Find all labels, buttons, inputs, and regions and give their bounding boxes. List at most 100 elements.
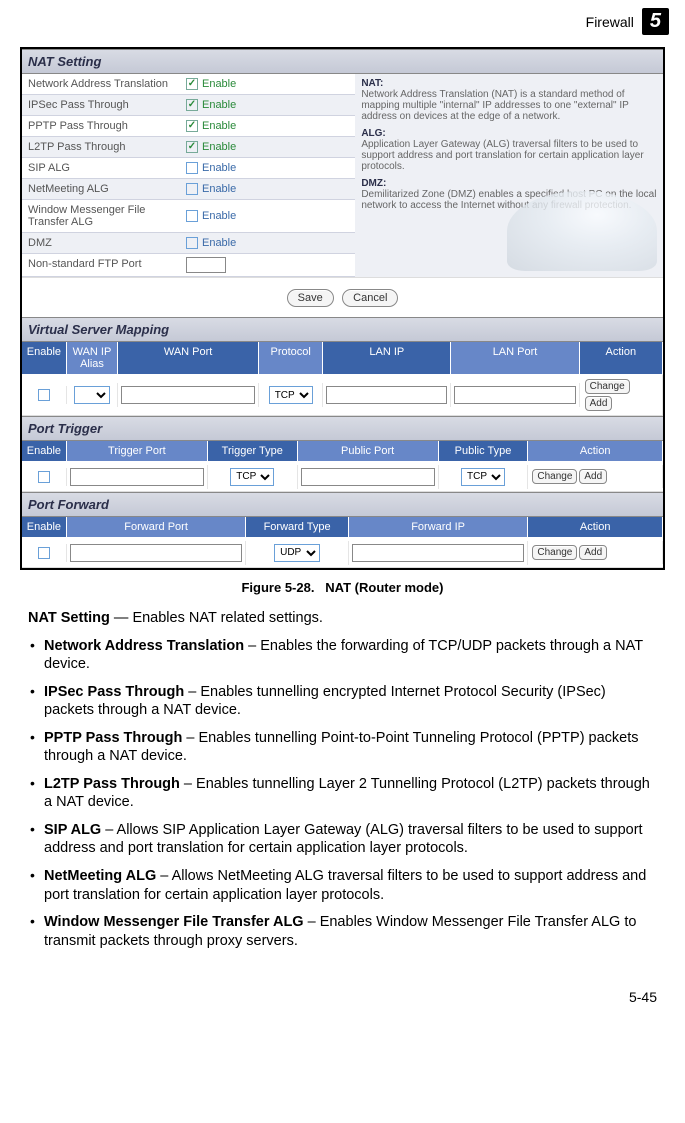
vsm-lan-port-input[interactable] bbox=[454, 386, 575, 404]
page-header: Firewall 5 bbox=[0, 0, 685, 39]
nat-row-label: PPTP Pass Through bbox=[22, 116, 182, 136]
vsm-protocol-select[interactable]: TCP bbox=[269, 386, 313, 404]
enable-label: Enable bbox=[202, 237, 236, 249]
col-public-port: Public Port bbox=[298, 441, 439, 462]
vsm-enable-checkbox[interactable] bbox=[38, 389, 50, 401]
enable-label: Enable bbox=[202, 162, 236, 174]
chapter-badge: 5 bbox=[642, 8, 669, 35]
nat-row-value: ✓Enable bbox=[182, 95, 355, 115]
pf-add-button[interactable]: Add bbox=[579, 545, 607, 560]
intro-term: NAT Setting bbox=[28, 610, 110, 626]
vsm-wan-port-input[interactable] bbox=[121, 386, 255, 404]
nat-row-value: ✓Enable bbox=[182, 179, 355, 199]
col-action: Action bbox=[528, 517, 663, 538]
ftp-port-input[interactable] bbox=[186, 257, 226, 273]
col-lan-port: LAN Port bbox=[451, 342, 579, 375]
enable-label: Enable bbox=[202, 120, 236, 132]
checkbox-unchecked-icon[interactable]: ✓ bbox=[186, 183, 198, 195]
intro-rest: — Enables NAT related settings. bbox=[110, 610, 323, 626]
checkbox-unchecked-icon[interactable]: ✓ bbox=[186, 237, 198, 249]
list-item-rest: – Allows SIP Application Layer Gateway (… bbox=[44, 822, 643, 857]
vsm-add-button[interactable]: Add bbox=[585, 396, 613, 411]
list-item-term: SIP ALG bbox=[44, 822, 101, 838]
col-protocol: Protocol bbox=[259, 342, 323, 375]
pf-forward-type-select[interactable]: UDP bbox=[274, 544, 320, 562]
pt-change-button[interactable]: Change bbox=[532, 469, 577, 484]
page-number: 5-45 bbox=[0, 959, 685, 1017]
figure-caption: Figure 5-28. NAT (Router mode) bbox=[0, 570, 685, 609]
config-screenshot: NAT Setting Network Address Translation✓… bbox=[20, 47, 665, 570]
nat-row: Network Address Translation✓Enable bbox=[22, 74, 355, 95]
cancel-button[interactable]: Cancel bbox=[342, 289, 398, 307]
help-alg-text: Application Layer Gateway (ALG) traversa… bbox=[361, 139, 643, 172]
header-section: Firewall bbox=[586, 14, 634, 30]
pt-trigger-type-select[interactable]: TCP bbox=[230, 468, 274, 486]
pf-change-button[interactable]: Change bbox=[532, 545, 577, 560]
nat-row: NetMeeting ALG✓Enable bbox=[22, 179, 355, 200]
nat-row-label: L2TP Pass Through bbox=[22, 137, 182, 157]
pf-forward-port-input[interactable] bbox=[70, 544, 242, 562]
pf-enable-checkbox[interactable] bbox=[38, 547, 50, 559]
list-item: L2TP Pass Through – Enables tunnelling L… bbox=[28, 775, 657, 812]
col-action: Action bbox=[580, 342, 663, 375]
body-text: NAT Setting — Enables NAT related settin… bbox=[0, 609, 685, 950]
checkbox-checked-icon[interactable]: ✓ bbox=[186, 99, 198, 111]
section-virtual-server-mapping: Virtual Server Mapping bbox=[22, 317, 663, 342]
col-enable: Enable bbox=[22, 517, 67, 538]
pt-row: TCP TCP Change Add bbox=[22, 462, 663, 492]
list-item-term: NetMeeting ALG bbox=[44, 868, 156, 884]
pt-enable-checkbox[interactable] bbox=[38, 471, 50, 483]
nat-row-label: NetMeeting ALG bbox=[22, 179, 182, 199]
list-item-term: L2TP Pass Through bbox=[44, 776, 180, 792]
save-button[interactable]: Save bbox=[287, 289, 334, 307]
vsm-lan-ip-input[interactable] bbox=[326, 386, 447, 404]
pt-public-type-select[interactable]: TCP bbox=[461, 468, 505, 486]
list-item-term: Window Messenger File Transfer ALG bbox=[44, 914, 304, 930]
nat-row-value: ✓ Enable bbox=[182, 116, 355, 136]
col-wan-ip-alias: WAN IP Alias bbox=[67, 342, 118, 375]
enable-label: Enable bbox=[202, 78, 236, 90]
enable-label: Enable bbox=[202, 210, 236, 222]
list-item-term: Network Address Translation bbox=[44, 638, 244, 654]
vsm-wan-ip-alias-select[interactable] bbox=[74, 386, 109, 404]
nat-row: Non-standard FTP Port bbox=[22, 254, 355, 277]
col-forward-type: Forward Type bbox=[246, 517, 349, 538]
section-nat-setting: NAT Setting bbox=[22, 49, 663, 74]
col-enable: Enable bbox=[22, 342, 67, 375]
list-item: Network Address Translation – Enables th… bbox=[28, 637, 657, 674]
nat-settings-table: Network Address Translation✓EnableIPSec … bbox=[22, 74, 355, 277]
nat-row-value: ✓ Enable bbox=[182, 74, 355, 94]
checkbox-checked-icon[interactable]: ✓ bbox=[186, 120, 198, 132]
nat-row-label: Window Messenger File Transfer ALG bbox=[22, 200, 182, 232]
pt-trigger-port-input[interactable] bbox=[70, 468, 204, 486]
list-item-term: IPSec Pass Through bbox=[44, 684, 184, 700]
list-item: Window Messenger File Transfer ALG – Ena… bbox=[28, 913, 657, 950]
list-item: IPSec Pass Through – Enables tunnelling … bbox=[28, 683, 657, 720]
enable-label: Enable bbox=[202, 141, 236, 153]
router-image bbox=[507, 191, 657, 271]
vsm-row: TCP Change Add bbox=[22, 375, 663, 416]
list-item-term: PPTP Pass Through bbox=[44, 730, 182, 746]
pt-public-port-input[interactable] bbox=[301, 468, 435, 486]
list-item: NetMeeting ALG – Allows NetMeeting ALG t… bbox=[28, 867, 657, 904]
nat-row: PPTP Pass Through ✓ Enable bbox=[22, 116, 355, 137]
nat-row-value: ✓ Enable bbox=[182, 158, 355, 178]
nat-row-value: ✓ Enable bbox=[182, 200, 355, 232]
checkbox-unchecked-icon[interactable]: ✓ bbox=[186, 162, 198, 174]
col-forward-port: Forward Port bbox=[67, 517, 246, 538]
checkbox-checked-icon[interactable]: ✓ bbox=[186, 78, 198, 90]
save-cancel-bar: Save Cancel bbox=[22, 277, 663, 317]
nat-row: SIP ALG✓Enable bbox=[22, 158, 355, 179]
vsm-change-button[interactable]: Change bbox=[585, 379, 630, 394]
help-alg-term: ALG: bbox=[361, 128, 385, 139]
list-item: SIP ALG – Allows SIP Application Layer G… bbox=[28, 821, 657, 858]
checkbox-unchecked-icon[interactable]: ✓ bbox=[186, 210, 198, 222]
col-enable: Enable bbox=[22, 441, 67, 462]
nat-row-value bbox=[182, 254, 355, 276]
list-item: PPTP Pass Through – Enables tunnelling P… bbox=[28, 729, 657, 766]
pf-forward-ip-input[interactable] bbox=[352, 544, 524, 562]
pf-header-row: Enable Forward Port Forward Type Forward… bbox=[22, 517, 663, 538]
nat-row: DMZ✓Enable bbox=[22, 233, 355, 254]
pt-add-button[interactable]: Add bbox=[579, 469, 607, 484]
checkbox-checked-icon[interactable]: ✓ bbox=[186, 141, 198, 153]
